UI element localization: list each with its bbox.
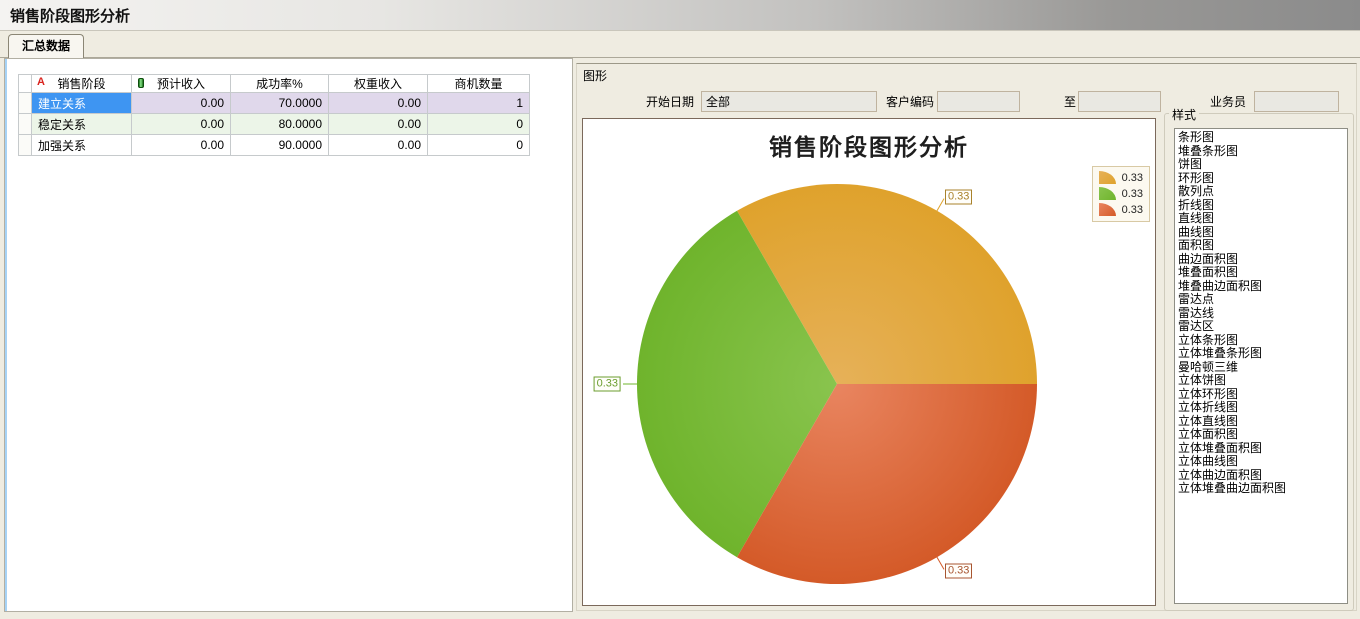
table-row[interactable]: 加强关系0.0090.00000.000	[19, 135, 530, 156]
graph-group: 图形 开始日期 客户编码 至 业务员 销售阶段图形分析 0.330.330.33…	[576, 63, 1357, 611]
value-cell[interactable]: 0.00	[329, 93, 428, 114]
legend-value: 0.33	[1122, 204, 1143, 216]
column-header-expected-income[interactable]: 预计收入	[132, 75, 231, 93]
stage-cell[interactable]: 建立关系	[32, 93, 132, 114]
row-indicator[interactable]	[19, 114, 32, 135]
chart-title: 销售阶段图形分析	[583, 128, 1155, 162]
pie-label-connector	[936, 199, 945, 214]
style-option[interactable]: 立体堆叠面积图	[1178, 442, 1347, 456]
column-header-weighted-income[interactable]: 权重收入	[329, 75, 428, 93]
graph-group-label: 图形	[583, 67, 607, 84]
value-cell[interactable]: 0.00	[329, 135, 428, 156]
value-cell[interactable]: 0	[428, 135, 530, 156]
pie-label-connector	[936, 555, 945, 570]
start-date-label: 开始日期	[646, 94, 694, 110]
salesperson-input[interactable]	[1254, 91, 1339, 112]
style-group-label: 样式	[1169, 106, 1199, 123]
row-indicator[interactable]	[19, 135, 32, 156]
customer-code-label: 客户编码	[886, 94, 934, 110]
legend-item: 0.33	[1099, 203, 1143, 216]
style-option[interactable]: 曲线图	[1178, 226, 1347, 240]
pie-slice-label: 0.33	[945, 189, 972, 204]
style-option[interactable]: 立体环形图	[1178, 388, 1347, 402]
legend-item: 0.33	[1099, 171, 1143, 184]
style-option[interactable]: 雷达线	[1178, 307, 1347, 321]
style-option[interactable]: 直线图	[1178, 212, 1347, 226]
to-label: 至	[1064, 94, 1076, 110]
style-option[interactable]: 立体曲线图	[1178, 455, 1347, 469]
tab-summary-data[interactable]: 汇总数据	[8, 34, 84, 58]
style-option[interactable]: 曲边面积图	[1178, 253, 1347, 267]
customer-code-to-input[interactable]	[1078, 91, 1161, 112]
stage-cell[interactable]: 稳定关系	[32, 114, 132, 135]
style-option[interactable]: 立体堆叠条形图	[1178, 347, 1347, 361]
style-option[interactable]: 立体面积图	[1178, 428, 1347, 442]
value-cell[interactable]: 1	[428, 93, 530, 114]
style-group: 样式 条形图堆叠条形图饼图环形图散列点折线图直线图曲线图面积图曲边面积图堆叠面积…	[1164, 113, 1354, 611]
style-option[interactable]: 面积图	[1178, 239, 1347, 253]
legend-value: 0.33	[1122, 172, 1143, 184]
value-cell[interactable]: 80.0000	[231, 114, 329, 135]
chart-legend: 0.33 0.33 0.33	[1092, 166, 1150, 222]
green-capsule-icon	[138, 78, 144, 88]
legend-swatch-icon	[1099, 171, 1116, 184]
panel-left-accent	[5, 59, 7, 611]
style-option[interactable]: 条形图	[1178, 131, 1347, 145]
column-header-success-rate[interactable]: 成功率%	[231, 75, 329, 93]
value-cell[interactable]: 0	[428, 114, 530, 135]
style-option[interactable]: 堆叠条形图	[1178, 145, 1347, 159]
value-cell[interactable]: 70.0000	[231, 93, 329, 114]
stage-cell[interactable]: 加强关系	[32, 135, 132, 156]
customer-code-input[interactable]	[937, 91, 1020, 112]
style-list[interactable]: 条形图堆叠条形图饼图环形图散列点折线图直线图曲线图面积图曲边面积图堆叠面积图堆叠…	[1174, 128, 1348, 604]
chart-area: 销售阶段图形分析 0.33 0.33 0.33 0.33 0.33 0.33	[582, 118, 1156, 606]
start-date-input[interactable]	[701, 91, 877, 112]
style-option[interactable]: 曼哈顿三维	[1178, 361, 1347, 375]
style-option[interactable]: 雷达区	[1178, 320, 1347, 334]
window-title-bar: 销售阶段图形分析	[0, 0, 1360, 31]
style-option[interactable]: 立体饼图	[1178, 374, 1347, 388]
style-option[interactable]: 立体堆叠曲边面积图	[1178, 482, 1347, 496]
style-option[interactable]: 堆叠面积图	[1178, 266, 1347, 280]
style-option[interactable]: 立体折线图	[1178, 401, 1347, 415]
summary-table-panel: A 销售阶段 预计收入 成功率% 权重收入 商机数量 建立关系0.0070.00…	[4, 58, 573, 612]
sales-stage-table: A 销售阶段 预计收入 成功率% 权重收入 商机数量 建立关系0.0070.00…	[18, 74, 530, 156]
pie-slice-label: 0.33	[594, 377, 621, 392]
pie-chart	[583, 119, 1155, 605]
style-option[interactable]: 环形图	[1178, 172, 1347, 186]
page-title: 销售阶段图形分析	[10, 5, 130, 26]
tab-strip: 汇总数据	[0, 31, 1360, 58]
column-header-stage[interactable]: A 销售阶段	[32, 75, 132, 93]
legend-value: 0.33	[1122, 188, 1143, 200]
value-cell[interactable]: 0.00	[132, 114, 231, 135]
style-option[interactable]: 散列点	[1178, 185, 1347, 199]
style-option[interactable]: 饼图	[1178, 158, 1347, 172]
value-cell[interactable]: 0.00	[132, 93, 231, 114]
style-option[interactable]: 雷达点	[1178, 293, 1347, 307]
graph-panel: 图形 开始日期 客户编码 至 业务员 销售阶段图形分析 0.330.330.33…	[576, 58, 1357, 612]
table-row[interactable]: 稳定关系0.0080.00000.000	[19, 114, 530, 135]
legend-swatch-icon	[1099, 203, 1116, 216]
table-header-row: A 销售阶段 预计收入 成功率% 权重收入 商机数量	[19, 75, 530, 93]
style-option[interactable]: 堆叠曲边面积图	[1178, 280, 1347, 294]
value-cell[interactable]: 0.00	[132, 135, 231, 156]
table-row[interactable]: 建立关系0.0070.00000.001	[19, 93, 530, 114]
salesperson-label: 业务员	[1210, 94, 1246, 110]
sort-a-icon: A	[37, 76, 45, 88]
style-option[interactable]: 立体条形图	[1178, 334, 1347, 348]
style-option[interactable]: 立体曲边面积图	[1178, 469, 1347, 483]
column-header-opportunity-count[interactable]: 商机数量	[428, 75, 530, 93]
pie-slice-label: 0.33	[945, 564, 972, 579]
legend-swatch-icon	[1099, 187, 1116, 200]
style-option[interactable]: 折线图	[1178, 199, 1347, 213]
value-cell[interactable]: 90.0000	[231, 135, 329, 156]
value-cell[interactable]: 0.00	[329, 114, 428, 135]
style-option[interactable]: 立体直线图	[1178, 415, 1347, 429]
legend-item: 0.33	[1099, 187, 1143, 200]
row-indicator-header	[19, 75, 32, 93]
row-indicator[interactable]	[19, 93, 32, 114]
